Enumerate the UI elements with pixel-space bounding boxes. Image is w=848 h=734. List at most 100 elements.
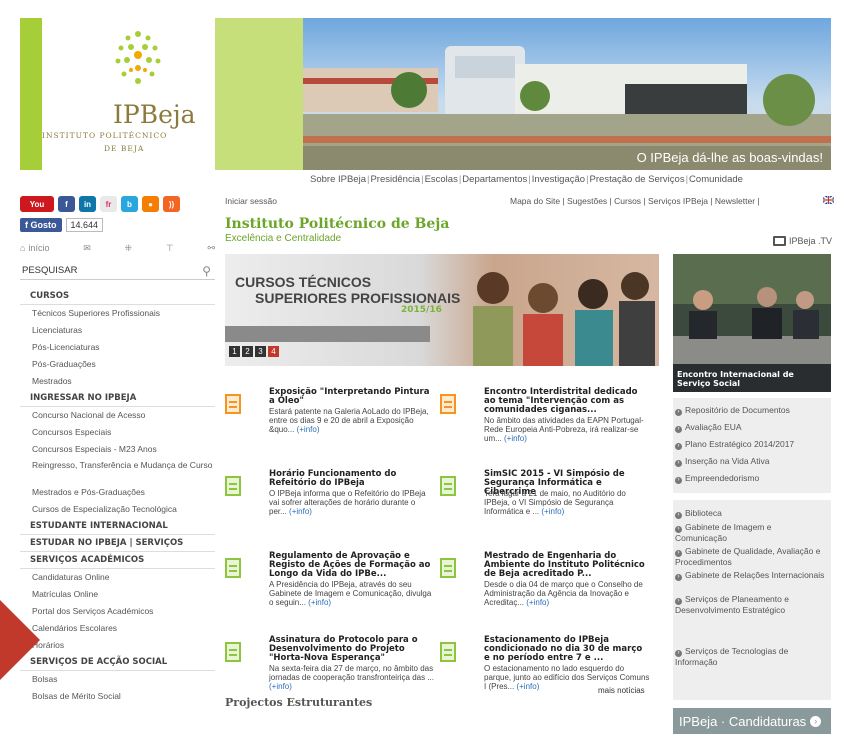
sidebar-link[interactable]: Concurso Nacional de Acesso (20, 407, 215, 424)
news-title[interactable]: Assinatura do Protocolo para o Desenvolv… (269, 636, 435, 663)
sidebar-link[interactable]: Licenciaturas (20, 322, 215, 339)
sidebar-section-heading[interactable]: SERVIÇOS ACADÉMICOS (20, 552, 215, 569)
nav-link-presidencia[interactable]: Presidência (370, 174, 420, 185)
quick-link[interactable]: › Repositório de Documentos (675, 405, 825, 416)
slider-page-4[interactable]: 4 (268, 346, 279, 357)
projects-heading: Projectos Estruturantes (225, 696, 373, 709)
quick-link[interactable]: › Empreendedorismo (675, 473, 825, 484)
sidebar-link[interactable]: Portal dos Serviços Académicos (20, 603, 215, 620)
sidebar-link[interactable]: Pós-Graduações (20, 356, 215, 373)
quick-link[interactable]: › Gabinete de Relações Internacionais (675, 570, 825, 581)
news-summary: Desde o dia 04 de março que o Conselho d… (484, 580, 650, 607)
sidebar-link[interactable]: Matrículas Online (20, 586, 215, 603)
sidebar-section-heading[interactable]: CURSOS (20, 288, 215, 305)
news-item[interactable]: Estacionamento do IPBeja condicionado no… (440, 636, 650, 716)
site-utility-links[interactable]: Mapa do Site | Sugestões | Cursos | Serv… (510, 196, 760, 206)
news-title[interactable]: Regulamento de Aprovação e Registo de Aç… (269, 552, 435, 579)
nav-link-comunidade[interactable]: Comunidade (689, 174, 743, 185)
candidaturas-banner[interactable]: IPBeja · Candidaturas › (673, 708, 831, 734)
news-item[interactable]: Encontro Interdistrital dedicado ao tema… (440, 388, 650, 468)
sidebar-link[interactable]: Concursos Especiais (20, 424, 215, 441)
nav-link-escolas[interactable]: Escolas (425, 174, 458, 185)
quick-link[interactable]: › Biblioteca (675, 508, 825, 519)
news-summary: Na sexta-feira dia 27 de março, no âmbit… (269, 664, 435, 691)
news-more-link[interactable]: (+info) (526, 598, 549, 607)
news-title[interactable]: Exposição "Interpretando Pintura a Óleo" (269, 388, 435, 406)
search-icon[interactable]: ⚲ (202, 264, 211, 278)
news-more-link[interactable]: (+info) (289, 507, 312, 516)
news-more-link[interactable]: (+info) (269, 682, 292, 691)
sitemap-icon[interactable]: ⁜ (125, 243, 133, 254)
news-title[interactable]: Horário Funcionamento do Refeitório do I… (269, 470, 435, 488)
news-more-link[interactable]: (+info) (516, 682, 539, 691)
sidebar-link[interactable]: Reingresso, Transferência e Mudança de C… (20, 458, 215, 484)
sidebar-link[interactable]: Horários (20, 637, 215, 654)
quick-link[interactable]: › Serviços de Planeamento e Desenvolvimen… (675, 594, 825, 615)
sidebar-link[interactable]: Bolsas de Mérito Social (20, 688, 215, 705)
slider-page-2[interactable]: 2 (242, 346, 253, 357)
slider-page-3[interactable]: 3 (255, 346, 266, 357)
rss-icon[interactable]: )) (163, 196, 180, 212)
home-link[interactable]: ⌂ início (20, 243, 49, 253)
sidebar-section-heading[interactable]: INGRESSAR NO IPBEJA (20, 390, 215, 407)
news-more-link[interactable]: (+info) (541, 507, 564, 516)
quick-link-label: Empreendedorismo (685, 473, 760, 483)
news-more-link[interactable]: (+info) (504, 434, 527, 443)
slider-page-1[interactable]: 1 (229, 346, 240, 357)
news-summary: A Presidência do IPBeja, através do seu … (269, 580, 435, 607)
ipbeja-tv-link[interactable]: IPBeja .TV (773, 236, 832, 246)
login-link[interactable]: Iniciar sessão (225, 196, 277, 206)
nav-link-investigacao[interactable]: Investigação (532, 174, 585, 185)
more-news-link[interactable]: mais notícias (598, 686, 645, 695)
news-title[interactable]: Mestrado de Engenharia do Ambiente do In… (484, 552, 650, 579)
news-more-link[interactable]: (+info) (297, 425, 320, 434)
quick-link[interactable]: › Gabinete de Qualidade, Avaliação e Proc… (675, 546, 825, 567)
sidebar-section-heading[interactable]: SERVIÇOS DE ACÇÃO SOCIAL (20, 654, 215, 671)
sidebar-section-heading[interactable]: ESTUDAR NO IPBEJA | SERVIÇOS (20, 535, 215, 552)
sidebar-link[interactable]: Cursos de Especialização Tecnológica (20, 501, 215, 518)
youtube-icon[interactable]: You (20, 196, 54, 212)
tag-icon[interactable]: ⊤ (166, 243, 174, 254)
linkedin-icon[interactable]: in (79, 196, 96, 212)
news-title[interactable]: Encontro Interdistrital dedicado ao tema… (484, 388, 650, 415)
news-item[interactable]: Regulamento de Aprovação e Registo de Aç… (225, 552, 435, 632)
news-summary-text: Estará patente na Galeria AoLado do IPBe… (269, 407, 429, 434)
news-item[interactable]: Mestrado de Engenharia do Ambiente do In… (440, 552, 650, 632)
flickr-icon[interactable]: fr (100, 196, 117, 212)
sidebar-link[interactable]: Concursos Especiais - M23 Anos (20, 441, 215, 458)
network-icon[interactable]: ⚯ (207, 243, 215, 254)
news-item[interactable]: Horário Funcionamento do Refeitório do I… (225, 470, 435, 550)
sidebar-link[interactable]: Técnicos Superiores Profissionais (20, 305, 215, 322)
news-item[interactable]: SimSIC 2015 - VI Simpósio de Segurança I… (440, 470, 650, 550)
nav-link-prestacao-servicos[interactable]: Prestação de Serviços (590, 174, 685, 185)
featured-event-photo[interactable]: Encontro Internacional de Serviço Social (673, 254, 831, 392)
quick-link-label: Plano Estratégico 2014/2017 (685, 439, 795, 449)
sidebar-link[interactable]: Bolsas (20, 671, 215, 688)
quick-link[interactable]: › Gabinete de Imagem e Comunicação (675, 522, 825, 543)
facebook-icon[interactable]: f (58, 196, 75, 212)
mail-icon[interactable]: ✉ (83, 243, 91, 254)
english-flag-icon[interactable] (823, 196, 834, 204)
arrow-circle-icon: › (675, 526, 682, 533)
sidebar-section-heading[interactable]: ESTUDANTE INTERNACIONAL (20, 518, 215, 535)
nav-link-sobre[interactable]: Sobre IPBeja (310, 174, 366, 185)
sidebar-link[interactable]: Mestrados (20, 373, 215, 390)
sidebar-link[interactable]: Calendários Escolares (20, 620, 215, 637)
sidebar-link[interactable]: Pós-Licenciaturas (20, 339, 215, 356)
blogger-icon[interactable]: b (121, 196, 138, 212)
quick-link[interactable]: › Plano Estratégico 2014/2017 (675, 439, 825, 450)
featured-slider[interactable]: CURSOS TÉCNICOS SUPERIORES PROFISSIONAIS… (225, 254, 659, 366)
arrow-circle-icon: › (675, 650, 682, 657)
circle-icon[interactable]: ● (142, 196, 159, 212)
like-button[interactable]: f Gosto (20, 218, 62, 232)
quick-link[interactable]: › Serviços de Tecnologias de Informação (675, 646, 825, 667)
news-more-link[interactable]: (+info) (308, 598, 331, 607)
nav-link-departamentos[interactable]: Departamentos (462, 174, 527, 185)
quick-link[interactable]: › Inserção na Vida Ativa (675, 456, 825, 467)
search-input[interactable]: PESQUISAR (22, 265, 77, 276)
news-title[interactable]: Estacionamento do IPBeja condicionado no… (484, 636, 650, 663)
sidebar-link[interactable]: Candidaturas Online (20, 569, 215, 586)
news-item[interactable]: Exposição "Interpretando Pintura a Óleo"… (225, 388, 435, 468)
quick-link[interactable]: › Avaliação EUA (675, 422, 825, 433)
sidebar-link[interactable]: Mestrados e Pós-Graduações (20, 484, 215, 501)
